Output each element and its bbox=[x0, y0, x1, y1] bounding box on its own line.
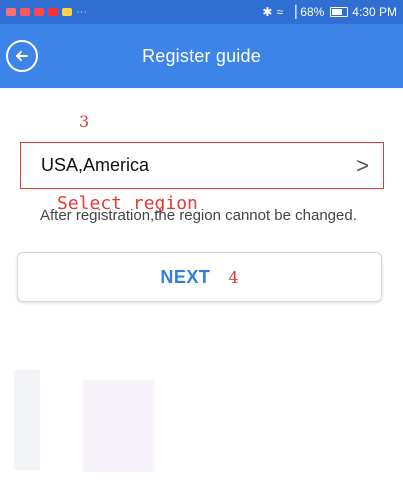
bluetooth-icon: ✱ bbox=[262, 5, 273, 19]
chevron-right-icon: > bbox=[356, 152, 369, 178]
signal-icon: ▕ bbox=[287, 5, 297, 19]
status-bar-right: ✱ ≈ ▕ 68% 4:30 PM bbox=[262, 5, 397, 19]
battery-icon bbox=[330, 7, 349, 17]
app-bar: Register guide bbox=[0, 24, 403, 88]
next-button[interactable]: NEXT 4 bbox=[17, 252, 382, 302]
app-icon-2 bbox=[62, 8, 72, 16]
page-title: Register guide bbox=[142, 45, 261, 66]
faded-background-shape bbox=[83, 380, 155, 472]
region-note: After registration,the region cannot be … bbox=[40, 207, 357, 224]
region-selector[interactable]: USA,America > bbox=[20, 142, 384, 189]
region-value: USA,America bbox=[41, 155, 150, 175]
notification-icon bbox=[6, 8, 16, 16]
next-button-label: NEXT bbox=[160, 266, 211, 287]
status-bar: ··· ✱ ≈ ▕ 68% 4:30 PM bbox=[0, 0, 403, 24]
step-4-annotation: 4 bbox=[228, 267, 239, 287]
mail-icon bbox=[20, 8, 30, 16]
more-notifications-icon: ··· bbox=[76, 6, 87, 18]
chat-icon bbox=[34, 8, 44, 16]
arrow-left-icon bbox=[16, 51, 28, 61]
step-3-annotation: 3 bbox=[79, 112, 90, 131]
back-button[interactable] bbox=[6, 40, 38, 72]
app-icon bbox=[48, 8, 58, 16]
status-bar-left: ··· bbox=[6, 6, 87, 18]
faded-background-shape bbox=[14, 370, 40, 470]
wifi-icon: ≈ bbox=[276, 5, 284, 19]
battery-percent: 68% bbox=[300, 5, 325, 19]
clock: 4:30 PM bbox=[352, 5, 397, 19]
